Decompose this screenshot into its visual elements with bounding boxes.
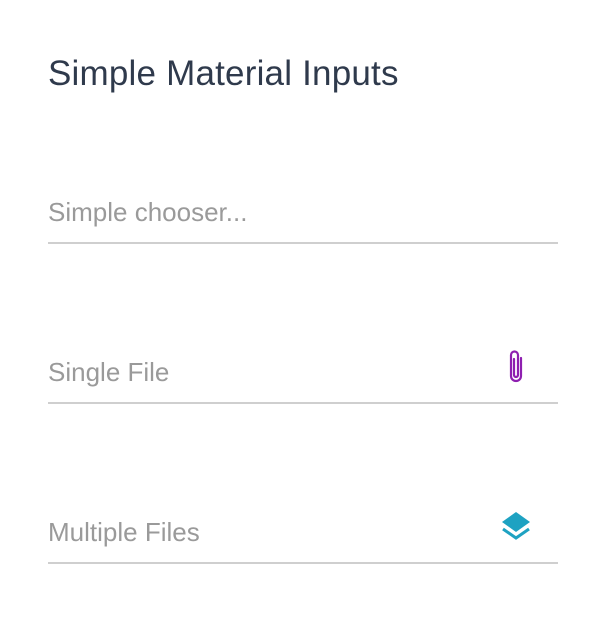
simple-chooser-input[interactable]: Simple chooser... — [48, 184, 558, 244]
single-file-input[interactable]: Single File — [48, 344, 558, 404]
simple-chooser-underline — [48, 242, 558, 244]
multiple-files-input[interactable]: Multiple Files — [48, 504, 558, 564]
single-file-underline — [48, 402, 558, 404]
single-file-label: Single File — [48, 357, 170, 387]
multiple-files-underline — [48, 562, 558, 564]
simple-chooser-label: Simple chooser... — [48, 197, 248, 227]
layers-icon[interactable] — [496, 506, 536, 546]
multiple-files-label: Multiple Files — [48, 517, 200, 547]
inputs-card: Simple Material Inputs Simple chooser...… — [0, 0, 616, 638]
paperclip-icon[interactable] — [496, 346, 536, 386]
page-title: Simple Material Inputs — [48, 54, 399, 93]
